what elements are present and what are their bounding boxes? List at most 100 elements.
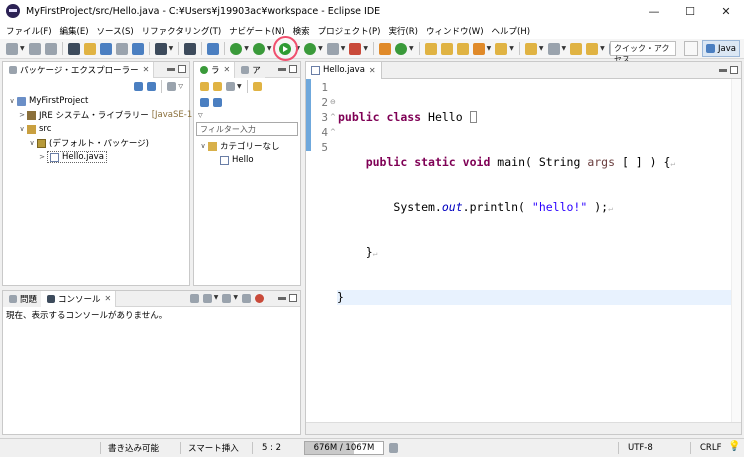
menu-file[interactable]: ファイル(F) <box>2 25 56 37</box>
skip-breakpoints-icon[interactable] <box>207 42 220 55</box>
tab-task[interactable]: ア <box>235 61 265 78</box>
chevron-down-icon[interactable]: ▼ <box>539 45 544 52</box>
chevron-down-icon[interactable]: ▼ <box>562 45 567 52</box>
menu-navigate[interactable]: ナビゲート(N) <box>225 25 289 37</box>
new-java-project-icon[interactable] <box>379 42 391 55</box>
remove-launch-icon[interactable] <box>255 294 264 303</box>
expand-all-icon[interactable] <box>213 97 222 107</box>
quick-access-input[interactable]: クイック・アクセス <box>610 41 676 64</box>
debug-icon[interactable] <box>252 42 265 55</box>
expand-icon[interactable]: ∨ <box>17 125 27 133</box>
new-class-icon[interactable] <box>395 42 407 55</box>
menu-source[interactable]: ソース(S) <box>93 25 138 37</box>
tree-item-src[interactable]: ∨ src <box>3 122 189 136</box>
expand-icon[interactable]: ∨ <box>7 97 17 105</box>
display-console-icon[interactable] <box>202 294 212 303</box>
open-folder-icon[interactable] <box>456 42 469 55</box>
chevron-down-icon[interactable]: ▼ <box>409 45 414 52</box>
chevron-down-icon[interactable]: ▽ <box>178 83 183 90</box>
chevron-down-icon[interactable]: ▼ <box>341 45 346 52</box>
filter-input[interactable]: フィルター入力 <box>196 122 298 136</box>
chevron-down-icon[interactable]: ▼ <box>169 45 174 52</box>
tab-console[interactable]: コンソール ✕ <box>41 290 117 307</box>
open-perspective-icon[interactable] <box>684 41 698 56</box>
mark-occurrences-icon[interactable] <box>83 42 96 55</box>
menu-search[interactable]: 検索 <box>289 25 314 37</box>
java-perspective-button[interactable]: Java <box>702 40 740 57</box>
minimize-icon[interactable] <box>167 68 175 71</box>
menu-window[interactable]: ウィンドウ(W) <box>422 25 488 37</box>
coverage-icon[interactable] <box>230 42 243 55</box>
tree-item-hello-java[interactable]: > Hello.java <box>3 150 189 164</box>
run-button[interactable] <box>272 35 298 61</box>
status-insert-mode[interactable]: スマート挿入 <box>188 441 239 455</box>
minimize-icon[interactable] <box>278 297 286 300</box>
lightbulb-icon[interactable]: 💡 <box>728 441 740 452</box>
tab-problems[interactable]: 問題 <box>3 290 42 307</box>
tab-package-explorer[interactable]: パッケージ・エクスプローラー ✕ <box>3 61 155 78</box>
collapse-icon[interactable]: > <box>17 111 27 119</box>
chevron-down-icon[interactable]: ▽ <box>198 112 203 119</box>
chevron-down-icon[interactable]: ▼ <box>487 45 492 52</box>
minimize-icon[interactable] <box>719 69 727 72</box>
menu-edit[interactable]: 編集(E) <box>56 25 93 37</box>
collapse-all-icon[interactable] <box>134 81 144 91</box>
open-console-icon[interactable] <box>222 294 232 303</box>
code-area[interactable]: public class Hello public static void ma… <box>337 80 731 335</box>
chevron-down-icon[interactable]: ▼ <box>20 45 25 52</box>
chevron-down-icon[interactable]: ▼ <box>214 294 219 303</box>
tree-item-jre[interactable]: > JRE システム・ライブラリー [JavaSE-1.8] <box>3 108 204 122</box>
maximize-icon[interactable] <box>178 65 186 73</box>
editor-tab-hello-java[interactable]: Hello.java ✕ <box>306 61 382 79</box>
close-icon[interactable]: ✕ <box>105 294 112 303</box>
view-menu-icon[interactable] <box>167 81 177 91</box>
menu-project[interactable]: プロジェクト(P) <box>314 25 385 37</box>
new-icon[interactable] <box>6 42 18 55</box>
fold-icon[interactable]: ⊖ <box>330 95 338 110</box>
terminal-icon[interactable] <box>184 42 197 55</box>
collapse-all-icon[interactable] <box>200 97 209 107</box>
build-icon[interactable] <box>349 42 362 55</box>
pin-console-icon[interactable] <box>189 294 199 303</box>
chevron-down-icon[interactable]: ▼ <box>318 45 323 52</box>
open-task-icon[interactable] <box>440 42 453 55</box>
sync-icon[interactable] <box>226 81 235 91</box>
chevron-down-icon[interactable]: ▼ <box>509 45 514 52</box>
back-icon[interactable] <box>586 42 599 55</box>
tree-item-category[interactable]: ∨ カテゴリーなし <box>194 139 300 153</box>
maximize-icon[interactable] <box>730 66 738 74</box>
profile-icon[interactable] <box>154 42 167 55</box>
garbage-collect-icon[interactable] <box>389 443 398 453</box>
tab-outline[interactable]: ラ ✕ <box>194 61 236 78</box>
show-whitespace-icon[interactable] <box>115 42 128 55</box>
tree-item-project[interactable]: ∨ MyFirstProject <box>3 94 189 108</box>
heap-status[interactable]: 676M / 1067M <box>304 441 384 455</box>
expand-icon[interactable]: ∨ <box>198 142 208 150</box>
chevron-down-icon[interactable]: ▼ <box>600 45 605 52</box>
chevron-down-icon[interactable]: ▼ <box>363 45 368 52</box>
overview-ruler[interactable] <box>731 79 741 422</box>
save-icon[interactable] <box>28 42 41 55</box>
maximize-icon[interactable] <box>289 65 297 73</box>
close-button[interactable]: ✕ <box>708 0 744 22</box>
tree-item-default-package[interactable]: ∨ (デフォルト・パッケージ) <box>3 136 189 150</box>
annotation-icon[interactable] <box>495 42 508 55</box>
stop-icon[interactable] <box>326 42 339 55</box>
code-editor[interactable]: 1 2 3 4 5 ⊖ ^ ^ public class Hello publi… <box>306 79 741 434</box>
activate-icon[interactable] <box>252 81 262 91</box>
horizontal-scrollbar[interactable] <box>306 422 741 434</box>
next-annotation-icon[interactable] <box>524 42 537 55</box>
expand-icon[interactable]: ∨ <box>27 139 37 147</box>
link-editor-icon[interactable] <box>147 81 157 91</box>
save-all-icon[interactable] <box>44 42 57 55</box>
external-tools-icon[interactable] <box>304 42 317 55</box>
tree-item-hello-class[interactable]: Hello <box>194 153 300 167</box>
prev-annotation-icon[interactable] <box>547 42 560 55</box>
chevron-down-icon[interactable]: ▼ <box>267 45 272 52</box>
collapse-icon[interactable]: > <box>37 153 47 161</box>
close-icon[interactable]: ✕ <box>369 66 376 75</box>
close-icon[interactable]: ✕ <box>224 65 231 74</box>
paragraph-icon[interactable] <box>131 42 144 55</box>
last-edit-icon[interactable] <box>570 42 583 55</box>
close-icon[interactable]: ✕ <box>143 65 150 74</box>
